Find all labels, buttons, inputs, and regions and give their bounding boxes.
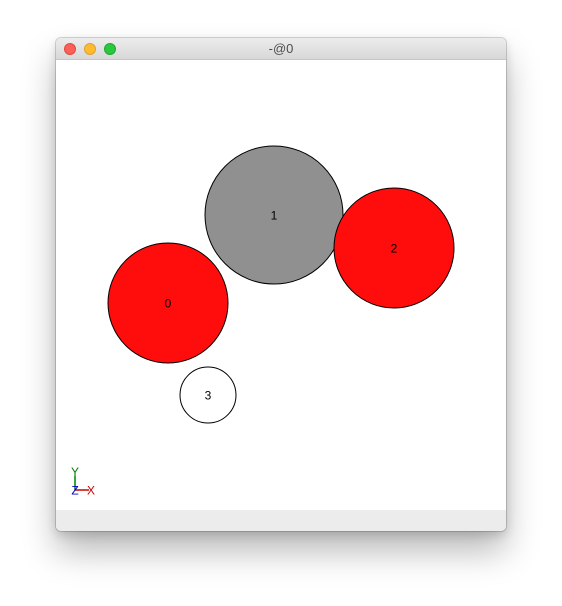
z-axis-label: Z — [71, 484, 78, 498]
x-axis-label: X — [87, 484, 95, 498]
atom-1-label: 1 — [271, 209, 278, 223]
app-window: -@0 3 0 1 2 Y X Z — [56, 38, 506, 531]
molecule-viewport[interactable]: 3 0 1 2 Y X Z — [56, 60, 506, 510]
y-axis-label: Y — [71, 465, 79, 479]
atom-1[interactable]: 1 — [204, 145, 344, 285]
status-bar — [56, 510, 506, 531]
title-bar[interactable]: -@0 — [56, 38, 506, 60]
window-title: -@0 — [268, 41, 294, 56]
atom-2[interactable]: 2 — [333, 187, 455, 309]
axis-triad: Y X Z — [71, 465, 95, 498]
atom-2-label: 2 — [391, 242, 398, 256]
atom-3-label: 3 — [205, 389, 212, 403]
atom-0[interactable]: 0 — [107, 242, 229, 364]
atom-0-label: 0 — [165, 297, 172, 311]
molecule-scene[interactable]: 3 0 1 2 Y X Z — [56, 60, 506, 510]
atom-3[interactable]: 3 — [179, 366, 237, 424]
